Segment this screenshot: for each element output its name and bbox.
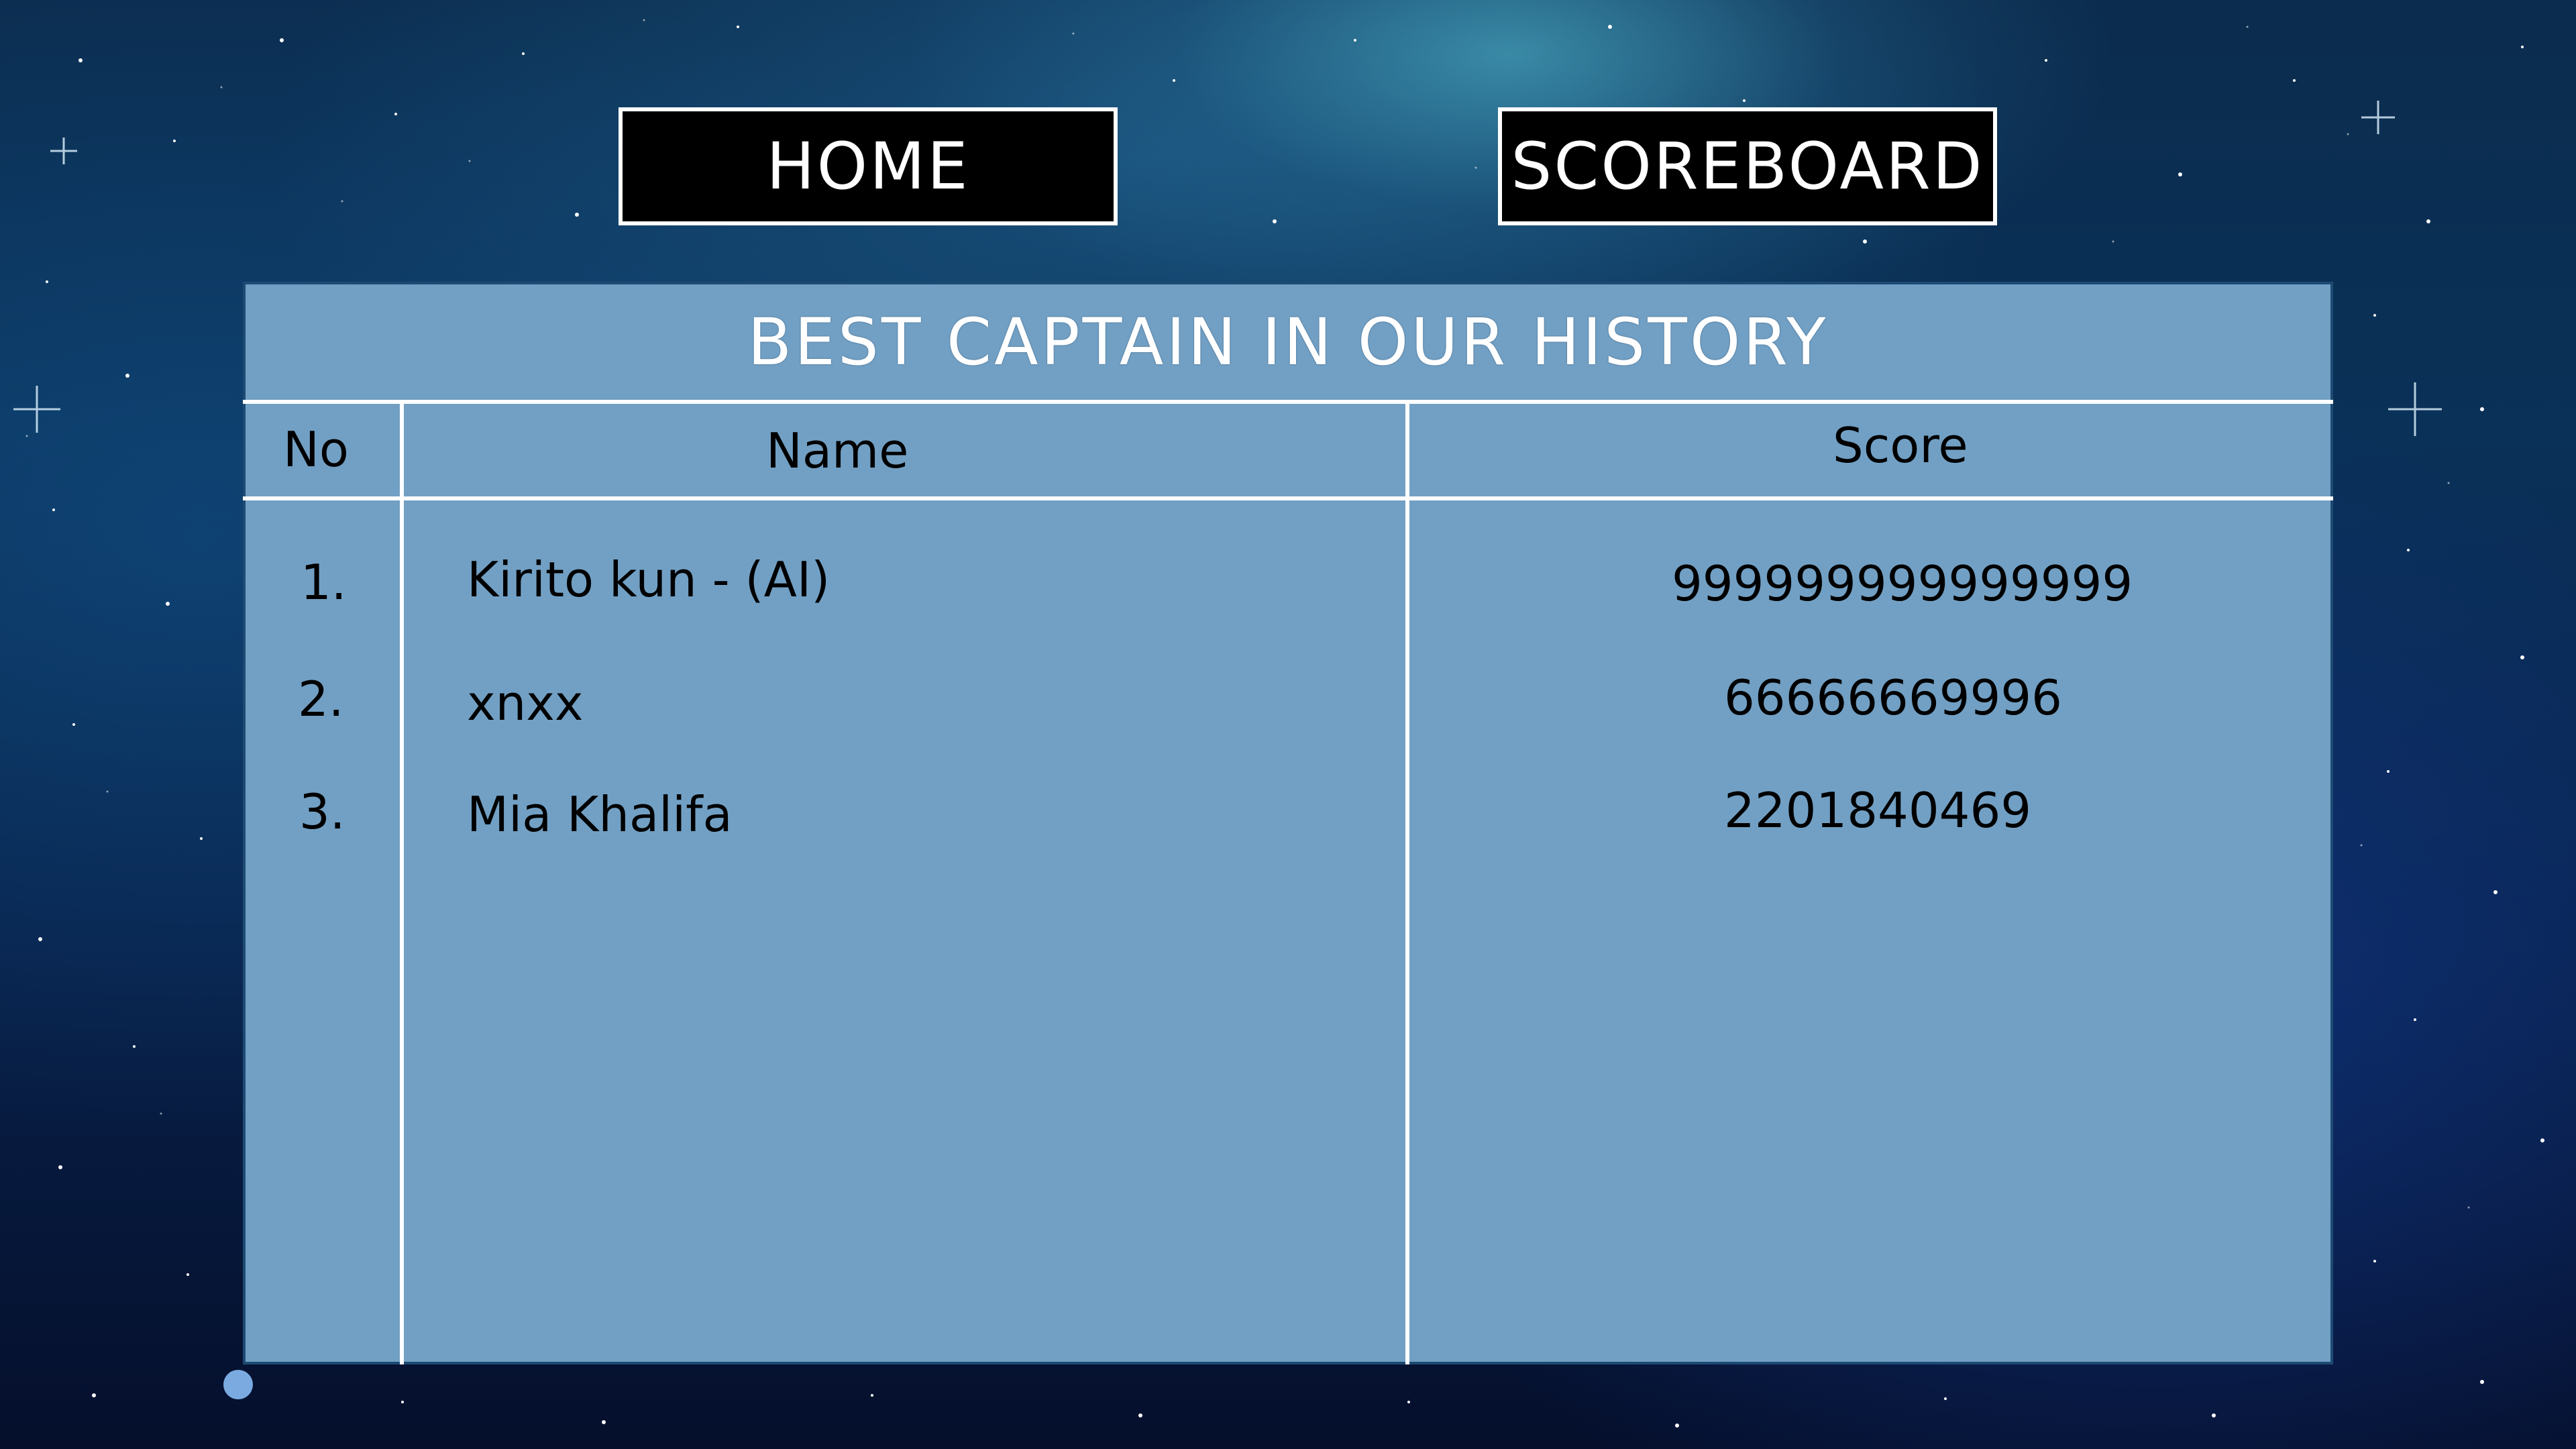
row-1-no: 1.: [301, 554, 347, 610]
row-3-no: 3.: [299, 784, 345, 840]
row-2-no: 2.: [298, 671, 344, 727]
column-header-no: No: [283, 421, 349, 478]
column-header-score: Score: [1833, 417, 1968, 474]
column-divider-name: [1405, 402, 1409, 1364]
row-2-name: xnxx: [467, 675, 584, 731]
home-button[interactable]: HOME: [619, 107, 1118, 225]
column-header-name: Name: [766, 423, 909, 479]
scoreboard-title: BEST CAPTAIN IN OUR HISTORY: [747, 305, 1829, 380]
scoreboard-button[interactable]: SCOREBOARD: [1498, 107, 1997, 225]
row-3-name: Mia Khalifa: [467, 786, 733, 843]
row-1-score: 999999999999999: [1672, 555, 2133, 612]
row-3-score: 2201840469: [1724, 782, 2032, 839]
row-1-name: Kirito kun - (AI): [467, 551, 830, 608]
row-2-score: 66666669996: [1724, 669, 2062, 726]
scoreboard-panel: BEST CAPTAIN IN OUR HISTORY No Name Scor…: [243, 282, 2333, 1364]
column-divider-no: [400, 402, 404, 1364]
header-divider: [243, 496, 2333, 500]
title-divider: [243, 400, 2333, 404]
